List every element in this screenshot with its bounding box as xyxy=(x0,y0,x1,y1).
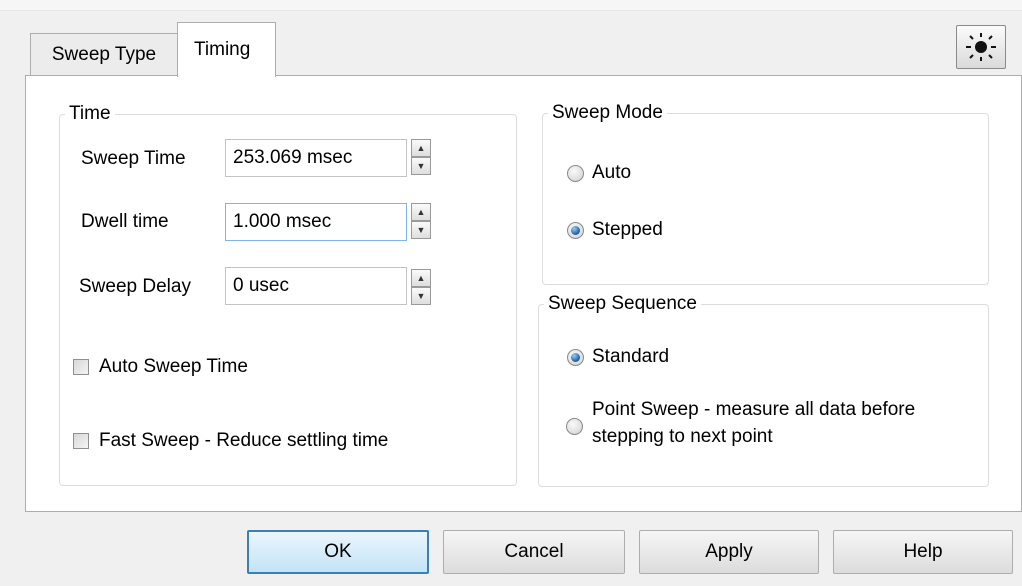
dwell-time-input[interactable]: 1.000 msec xyxy=(225,203,407,241)
sequence-point-sweep-label-line2[interactable]: stepping to next point xyxy=(592,425,773,449)
sweep-time-label: Sweep Time xyxy=(81,148,186,169)
tab-timing[interactable]: Timing xyxy=(177,22,276,77)
help-button[interactable]: Help xyxy=(833,530,1013,574)
sweep-mode-auto-label[interactable]: Auto xyxy=(592,161,631,185)
tab-sweep-type[interactable]: Sweep Type xyxy=(30,33,178,75)
dwell-time-label: Dwell time xyxy=(81,211,169,232)
sweep-delay-label: Sweep Delay xyxy=(79,276,191,297)
auto-sweep-time-label[interactable]: Auto Sweep Time xyxy=(99,355,248,379)
dialog-top-edge xyxy=(0,0,1022,11)
spin-down-arrow-icon[interactable]: ▼ xyxy=(411,287,431,305)
sweep-mode-auto-radio[interactable] xyxy=(567,165,584,182)
sequence-point-sweep-label-line1[interactable]: Point Sweep - measure all data before xyxy=(592,398,915,422)
sweep-time-spinner[interactable]: ▲ ▼ xyxy=(411,139,431,175)
cancel-button[interactable]: Cancel xyxy=(443,530,625,574)
apply-button-label: Apply xyxy=(705,541,753,562)
sweep-time-value: 253.069 msec xyxy=(233,147,353,168)
sweep-delay-input[interactable]: 0 usec xyxy=(225,267,407,305)
apply-button[interactable]: Apply xyxy=(639,530,819,574)
fast-sweep-label[interactable]: Fast Sweep - Reduce settling time xyxy=(99,429,388,453)
sequence-standard-label[interactable]: Standard xyxy=(592,345,669,369)
auto-sweep-time-checkbox[interactable] xyxy=(73,359,89,375)
dwell-time-spinner[interactable]: ▲ ▼ xyxy=(411,203,431,239)
sweep-mode-group: Sweep Mode xyxy=(542,101,989,285)
dwell-time-value: 1.000 msec xyxy=(233,211,332,232)
sweep-time-input[interactable]: 253.069 msec xyxy=(225,139,407,177)
sun-icon xyxy=(966,33,996,61)
tab-timing-label: Timing xyxy=(194,39,251,60)
time-group-title: Time xyxy=(65,102,115,126)
sweep-sequence-group-title: Sweep Sequence xyxy=(544,292,701,316)
sweep-delay-spinner[interactable]: ▲ ▼ xyxy=(411,269,431,305)
sweep-delay-value: 0 usec xyxy=(233,275,289,296)
sweep-mode-group-title: Sweep Mode xyxy=(548,101,667,125)
spin-down-arrow-icon[interactable]: ▼ xyxy=(411,157,431,175)
ok-button[interactable]: OK xyxy=(247,530,429,574)
sweep-sequence-group: Sweep Sequence xyxy=(538,292,989,487)
sequence-standard-radio[interactable] xyxy=(567,349,584,366)
sweep-mode-stepped-label[interactable]: Stepped xyxy=(592,218,663,242)
spin-down-arrow-icon[interactable]: ▼ xyxy=(411,221,431,239)
theme-button[interactable] xyxy=(956,25,1006,69)
help-button-label: Help xyxy=(903,541,943,562)
spin-up-arrow-icon[interactable]: ▲ xyxy=(411,203,431,221)
ok-button-label: OK xyxy=(324,541,352,562)
timing-panel: Time Sweep Time 253.069 msec ▲ ▼ Dwell t… xyxy=(25,75,1022,512)
spin-up-arrow-icon[interactable]: ▲ xyxy=(411,139,431,157)
cancel-button-label: Cancel xyxy=(504,541,564,562)
tab-sweep-type-label: Sweep Type xyxy=(51,43,157,65)
sweep-mode-stepped-radio[interactable] xyxy=(567,222,584,239)
spin-up-arrow-icon[interactable]: ▲ xyxy=(411,269,431,287)
sequence-point-sweep-radio[interactable] xyxy=(566,418,583,435)
fast-sweep-checkbox[interactable] xyxy=(73,433,89,449)
